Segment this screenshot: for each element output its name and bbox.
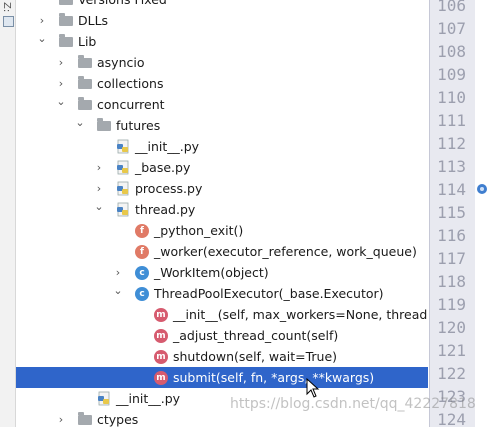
tree-row-label: _base.py xyxy=(135,160,191,175)
structure-tool-icon[interactable] xyxy=(3,16,14,27)
tree-row-label: thread.py xyxy=(135,202,196,217)
tree-row-asyncio[interactable]: › asyncio xyxy=(16,52,428,73)
chevron-down-icon[interactable]: ⌄ xyxy=(112,280,124,301)
folder-icon xyxy=(78,412,92,425)
line-number: 106 xyxy=(437,0,466,15)
method-icon: m xyxy=(154,308,168,322)
watermark-text: https://blog.csdn.net/qq_42227818 xyxy=(230,396,476,412)
line-number: 109 xyxy=(437,65,466,84)
tree-row-base[interactable]: › _base.py xyxy=(16,157,428,178)
tree-row-lib[interactable]: ⌄ Lib xyxy=(16,31,428,52)
line-number: 117 xyxy=(437,249,466,268)
line-number: 116 xyxy=(437,226,466,245)
editor-area[interactable] xyxy=(475,0,489,427)
tree-row-label: process.py xyxy=(135,181,203,196)
line-number: 107 xyxy=(437,19,466,38)
chevron-right-icon[interactable]: › xyxy=(55,409,67,427)
tree-row-tpe[interactable]: ⌄ c ThreadPoolExecutor(_base.Executor) xyxy=(16,283,428,304)
tree-row-label: __init__.py xyxy=(116,391,181,406)
tree-row-python-exit[interactable]: f _python_exit() xyxy=(16,220,428,241)
tree-row-label: Versions Fixed xyxy=(78,0,167,10)
function-icon: f xyxy=(135,224,149,238)
tree-row-label: _WorkItem(object) xyxy=(154,265,269,280)
python-file-icon xyxy=(117,139,129,154)
tree-row-worker[interactable]: f _worker(executor_reference, work_queue) xyxy=(16,241,428,262)
line-number: 122 xyxy=(437,364,466,383)
tree-row-init-futures[interactable]: __init__.py xyxy=(16,136,428,157)
tree-row-label: ctypes xyxy=(97,412,139,427)
method-icon: m xyxy=(154,350,168,364)
tree-row-label: _adjust_thread_count(self) xyxy=(173,328,339,343)
function-icon: f xyxy=(135,245,149,259)
chevron-down-icon[interactable]: ⌄ xyxy=(36,28,48,49)
chevron-down-icon[interactable]: ⌄ xyxy=(93,196,105,217)
method-icon: m xyxy=(154,371,168,385)
tree-row-label: concurrent xyxy=(97,97,165,112)
line-number: 121 xyxy=(437,341,466,360)
tree-row-m-init[interactable]: m __init__(self, max_workers=None, thread xyxy=(16,304,428,325)
tree-row-label: collections xyxy=(97,76,164,91)
python-file-icon xyxy=(98,391,110,406)
tree-row-dlls[interactable]: › DLLs xyxy=(16,10,428,31)
project-tree: Versions Fixed›DLLs⌄Lib›asyncio›collecti… xyxy=(16,0,428,427)
folder-icon xyxy=(59,13,73,26)
tree-row-m-submit[interactable]: m submit(self, fn, *args, **kwargs) xyxy=(16,367,428,388)
folder-icon xyxy=(59,0,73,5)
folder-icon xyxy=(78,76,92,89)
line-number: 108 xyxy=(437,42,466,61)
line-number: 119 xyxy=(437,295,466,314)
chevron-down-icon[interactable]: ⌄ xyxy=(55,91,67,112)
line-number-gutter: 106 107 108 109 110 111 112 113 114 115 116 117 118 1… xyxy=(429,0,475,429)
method-icon: m xyxy=(154,329,168,343)
tree-row-label: shutdown(self, wait=True) xyxy=(173,349,338,364)
override-marker-icon[interactable] xyxy=(477,184,487,194)
tree-row-label: ThreadPoolExecutor(_base.Executor) xyxy=(154,286,384,301)
tree-row-label: asyncio xyxy=(97,55,145,70)
chevron-down-icon[interactable]: ⌄ xyxy=(74,112,86,133)
tree-row-partial[interactable]: Versions Fixed xyxy=(16,0,428,10)
folder-icon xyxy=(78,97,92,110)
tree-row-label: _python_exit() xyxy=(154,223,244,238)
tree-row-label: _worker(executor_reference, work_queue) xyxy=(154,244,417,259)
tree-row-m-shutdown[interactable]: m shutdown(self, wait=True) xyxy=(16,346,428,367)
tree-row-label: __init__(self, max_workers=None, thread xyxy=(173,307,428,322)
folder-icon xyxy=(97,118,111,131)
folder-icon xyxy=(59,34,73,47)
mouse-cursor-icon xyxy=(306,378,320,398)
line-number: 112 xyxy=(437,134,466,153)
chevron-right-icon[interactable]: › xyxy=(55,52,67,73)
line-number: 114 xyxy=(437,180,466,199)
tree-row-label: __init__.py xyxy=(135,139,200,154)
chevron-right-icon[interactable]: › xyxy=(93,157,105,178)
tree-row-workitem[interactable]: › c _WorkItem(object) xyxy=(16,262,428,283)
tree-row-futures[interactable]: ⌄ futures xyxy=(16,115,428,136)
line-number: 113 xyxy=(437,157,466,176)
tree-row-thread[interactable]: ⌄ thread.py xyxy=(16,199,428,220)
tree-row-label: Lib xyxy=(78,34,97,49)
tree-row-label: DLLs xyxy=(78,13,109,28)
line-number: 118 xyxy=(437,272,466,291)
line-number: 115 xyxy=(437,203,466,222)
tree-row-m-adjust[interactable]: m _adjust_thread_count(self) xyxy=(16,325,428,346)
tree-row-collections[interactable]: › collections xyxy=(16,73,428,94)
python-file-icon xyxy=(117,160,129,175)
line-number: 124 xyxy=(437,410,466,429)
tree-row-label: submit(self, fn, *args, **kwargs) xyxy=(173,370,375,385)
tree-row-label: futures xyxy=(116,118,161,133)
folder-icon xyxy=(78,55,92,68)
tree-row-process[interactable]: › process.py xyxy=(16,178,428,199)
class-icon: c xyxy=(135,287,149,301)
class-icon: c xyxy=(135,266,149,280)
python-file-icon xyxy=(117,202,129,217)
line-number: 111 xyxy=(437,111,466,130)
python-file-icon xyxy=(117,181,129,196)
tool-strip-label: Z: xyxy=(1,2,12,13)
left-tool-strip: Z: xyxy=(0,0,16,427)
line-number: 110 xyxy=(437,88,466,107)
line-number: 120 xyxy=(437,318,466,337)
